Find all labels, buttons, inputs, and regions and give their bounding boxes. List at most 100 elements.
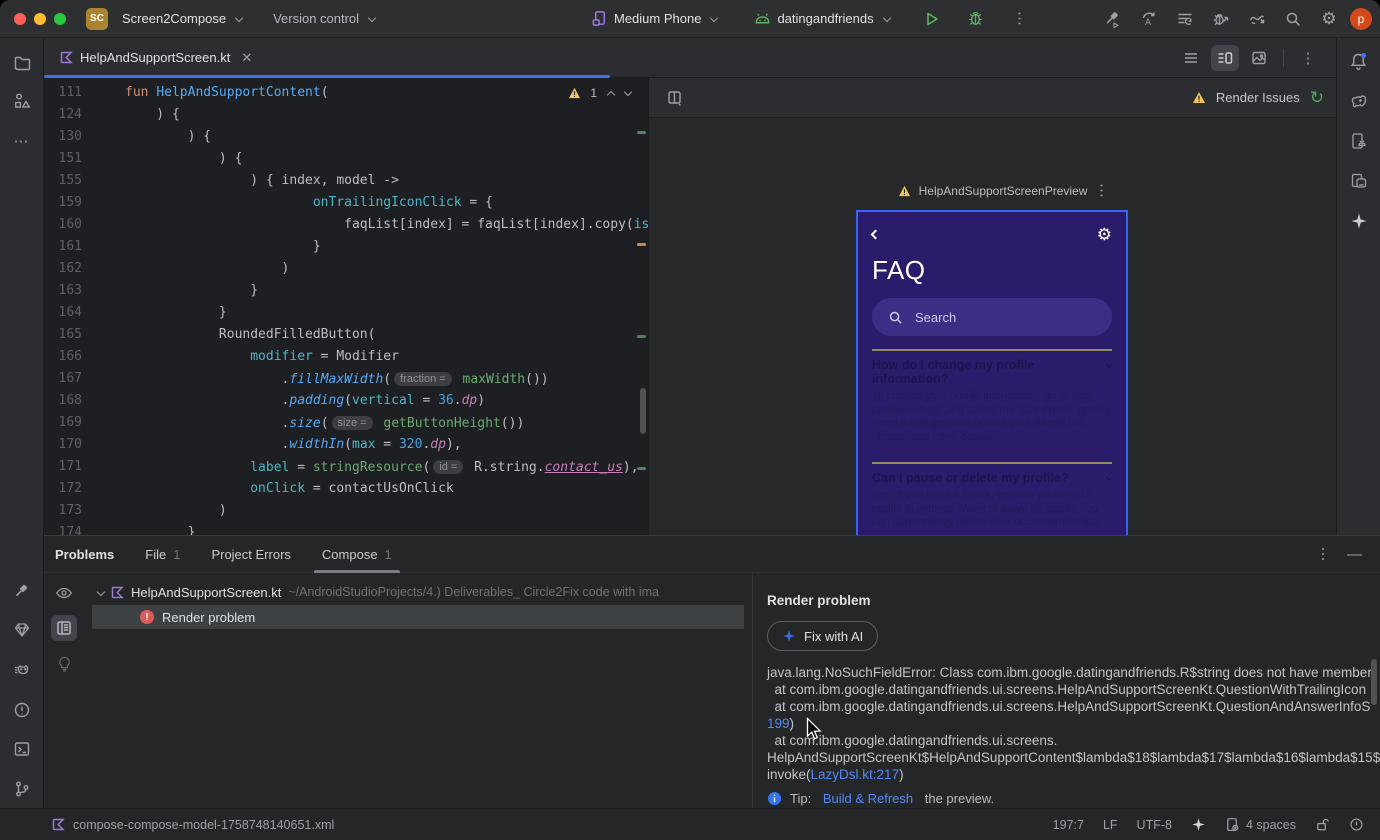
status-file[interactable]: compose-compose-model-1758748140651.xml [0, 818, 334, 832]
code-line-167[interactable]: 167 .fillMaxWidth(fraction = maxWidth()) [44, 368, 648, 390]
user-avatar[interactable]: p [1350, 7, 1372, 30]
code-line-174[interactable]: 174 } [44, 522, 648, 535]
error-stripe-mark[interactable] [637, 335, 646, 338]
code-line-168[interactable]: 168 .padding(vertical = 36.dp) [44, 390, 648, 412]
close-window-button[interactable] [14, 12, 26, 25]
code-line-160[interactable]: 160 faqList[index] = faqList[index].copy… [44, 214, 648, 236]
panel-options-icon[interactable]: ⋯ [1315, 547, 1333, 562]
code-line-151[interactable]: 151 ) { [44, 148, 648, 170]
code-line-172[interactable]: 172 onClick = contactUsOnClick [44, 478, 648, 500]
view-options-icon[interactable] [51, 580, 77, 606]
tree-error-row[interactable]: ! Render problem [92, 605, 744, 629]
error-stripe-mark[interactable] [637, 467, 646, 470]
design-mode-button[interactable] [1245, 45, 1273, 71]
zoom-window-button[interactable] [54, 12, 66, 25]
status-problems-icon[interactable] [1349, 817, 1364, 832]
device-manager-icon[interactable] [1344, 166, 1374, 196]
trace-link[interactable]: 199 [767, 716, 790, 731]
project-selector[interactable]: Screen2Compose [116, 7, 249, 30]
more-tool-windows-icon[interactable]: ⋯ [7, 126, 37, 156]
problems-tool-icon[interactable] [7, 695, 37, 725]
code-line-169[interactable]: 169 .size(size = getButtonHeight()) [44, 412, 648, 434]
vcs-selector[interactable]: Version control [267, 7, 382, 30]
terminal-tool-icon[interactable] [7, 734, 37, 764]
render-issues-label[interactable]: Render Issues [1216, 90, 1300, 105]
error-stripe-mark[interactable] [637, 243, 646, 246]
device-selector[interactable]: Medium Phone [585, 6, 724, 31]
trace-link[interactable]: LazyDsl.kt:217 [811, 767, 900, 782]
code-line-171[interactable]: 171 label = stringResource(id = R.string… [44, 456, 648, 478]
editor-scrollbar[interactable] [640, 388, 646, 434]
detail-scrollbar[interactable] [1371, 659, 1377, 705]
hide-panel-icon[interactable]: — [1347, 546, 1362, 563]
editor-options-icon[interactable]: ⋮ [1294, 45, 1322, 71]
problems-tool-window: Problems File 1 Project Errors Compose 1 ⋯ — … [44, 535, 1380, 808]
code-line-124[interactable]: 124 ) { [44, 104, 648, 126]
code-line-165[interactable]: 165 RoundedFilledButton( [44, 324, 648, 346]
line-separator[interactable]: LF [1103, 818, 1118, 832]
preview-name-label[interactable]: HelpAndSupportScreenPreview [919, 184, 1088, 198]
minimize-window-button[interactable] [34, 12, 46, 25]
caret-position[interactable]: 197:7 [1053, 818, 1084, 832]
quick-fix-bulb-icon[interactable] [51, 651, 77, 677]
ai-rename-icon[interactable]: A [1134, 5, 1164, 33]
gemini-status-icon[interactable] [1191, 817, 1206, 832]
tab-problems[interactable]: Problems [55, 536, 114, 573]
logcat-tool-icon[interactable] [7, 655, 37, 685]
split-mode-button[interactable] [1211, 45, 1239, 71]
tab-helpandsupportscreen[interactable]: HelpAndSupportScreen.kt ✕ [44, 38, 262, 78]
code-line-170[interactable]: 170 .widthIn(max = 320.dp), [44, 434, 648, 456]
inspections-widget[interactable]: 1 [562, 84, 638, 102]
warning-icon [569, 87, 581, 99]
device-streaming-icon[interactable] [1242, 5, 1272, 33]
build-icon[interactable] [1098, 5, 1128, 33]
code-line-173[interactable]: 173 ) [44, 500, 648, 522]
project-tool-icon[interactable] [7, 48, 37, 78]
task-list-icon[interactable] [1170, 5, 1200, 33]
file-encoding[interactable]: UTF-8 [1137, 818, 1172, 832]
previous-problem-icon[interactable] [606, 90, 616, 99]
build-tool-icon[interactable] [7, 576, 37, 606]
preview-frame[interactable]: ⚙ FAQ Search How do I change my profile … [856, 210, 1128, 570]
notifications-icon[interactable] [1344, 46, 1374, 76]
fix-with-ai-button[interactable]: Fix with AI [767, 621, 879, 651]
profiler-icon[interactable] [1206, 5, 1236, 33]
error-stripe-mark[interactable] [637, 131, 646, 134]
write-access-lock-icon[interactable] [1315, 817, 1330, 832]
tab-compose[interactable]: Compose 1 [313, 536, 400, 573]
close-tab-icon[interactable]: ✕ [241, 50, 252, 66]
code-line-155[interactable]: 155 ) { index, model -> [44, 170, 648, 192]
show-details-icon[interactable] [51, 615, 77, 641]
run-button[interactable] [917, 5, 947, 33]
code-line-163[interactable]: 163 } [44, 280, 648, 302]
tab-project-errors[interactable]: Project Errors [211, 536, 290, 573]
running-devices-icon[interactable] [1344, 126, 1374, 156]
app-quality-insights-icon[interactable] [7, 615, 37, 645]
preview-options-icon[interactable]: ⋯ [1093, 183, 1111, 199]
code-editor[interactable]: 111 fun HelpAndSupportContent(124 ) {130 … [44, 78, 648, 535]
structure-tool-icon[interactable] [7, 86, 37, 116]
code-line-111[interactable]: 111 fun HelpAndSupportContent( [44, 82, 648, 104]
code-line-162[interactable]: 162 ) [44, 258, 648, 280]
run-configuration-selector[interactable]: datingandfriends [748, 7, 896, 30]
tab-file[interactable]: File 1 [145, 536, 180, 573]
gemini-icon[interactable] [1344, 206, 1374, 236]
gradle-tool-icon[interactable] [1344, 86, 1374, 116]
more-run-actions-button[interactable]: ⋯ [1005, 5, 1035, 33]
code-mode-button[interactable] [1177, 45, 1205, 71]
code-line-159[interactable]: 159 onTrailingIconClick = { [44, 192, 648, 214]
debug-button[interactable] [961, 5, 991, 33]
code-line-164[interactable]: 164 } [44, 302, 648, 324]
refresh-preview-icon[interactable]: ↻ [1310, 89, 1324, 106]
code-line-161[interactable]: 161 } [44, 236, 648, 258]
code-line-166[interactable]: 166 modifier = Modifier [44, 346, 648, 368]
code-line-130[interactable]: 130 ) { [44, 126, 648, 148]
preview-layout-icon[interactable] [661, 85, 689, 111]
tree-file-row[interactable]: HelpAndSupportScreen.kt ~/AndroidStudioP… [96, 580, 752, 604]
build-refresh-link[interactable]: Build & Refresh [823, 791, 913, 806]
indent-setting[interactable]: 4 spaces [1225, 817, 1296, 832]
search-everywhere-icon[interactable] [1278, 5, 1308, 33]
next-problem-icon[interactable] [623, 87, 633, 97]
settings-icon[interactable]: ⚙ [1314, 5, 1344, 33]
version-control-tool-icon[interactable] [7, 774, 37, 804]
